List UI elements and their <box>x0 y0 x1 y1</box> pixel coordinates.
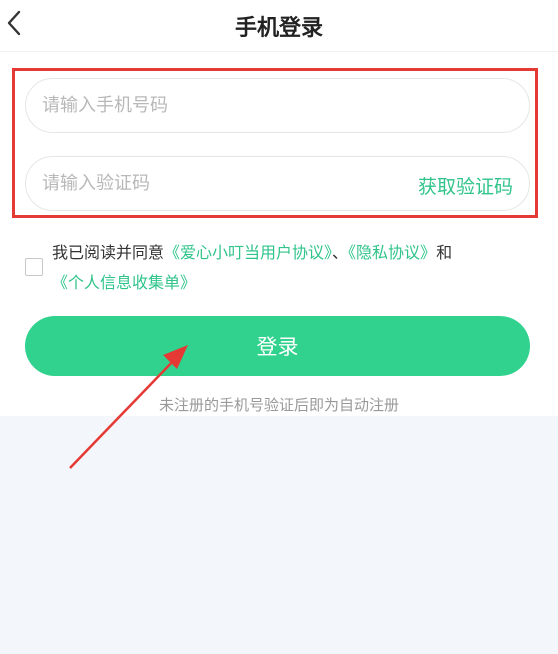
verification-code-input[interactable] <box>42 157 402 210</box>
privacy-agreement-link[interactable]: 《隐私协议》 <box>348 243 436 262</box>
user-agreement-link[interactable]: 《爱心小叮当用户协议》 <box>164 243 332 262</box>
agreement-prefix: 我已阅读并同意 <box>52 243 165 262</box>
agreement-separator: 、 <box>332 243 349 262</box>
agreement-checkbox[interactable] <box>25 258 43 276</box>
nav-bar: 手机登录 <box>0 0 558 52</box>
get-code-button[interactable]: 获取验证码 <box>418 172 513 199</box>
phone-field-wrapper <box>25 78 530 133</box>
agreement-text: 我已阅读并同意《爱心小叮当用户协议》、《隐私协议》和《个人信息收集单》 <box>52 238 530 298</box>
agreement-and: 和 <box>436 243 453 262</box>
login-button[interactable]: 登录 <box>25 316 530 376</box>
phone-input[interactable] <box>42 79 402 132</box>
page-title: 手机登录 <box>234 16 323 41</box>
auto-register-hint: 未注册的手机号验证后即为自动注册 <box>158 396 399 414</box>
code-field-wrapper: 获取验证码 <box>25 156 530 211</box>
personal-info-link[interactable]: 《个人信息收集单》 <box>52 273 196 292</box>
